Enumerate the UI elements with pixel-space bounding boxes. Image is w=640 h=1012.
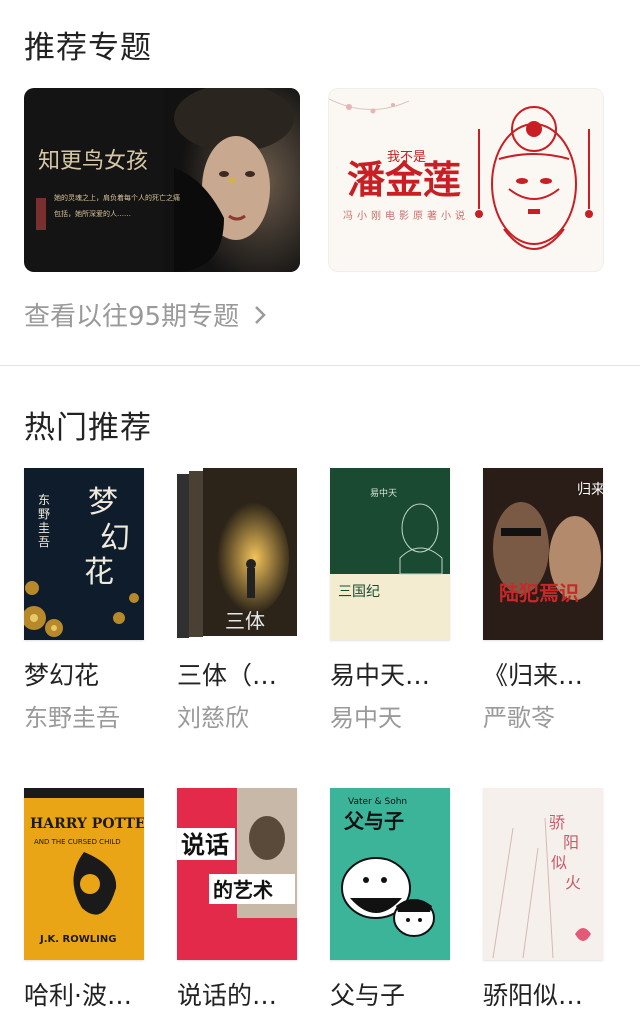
svg-text:易中天: 易中天 xyxy=(370,487,397,499)
book-title: 说话的… xyxy=(177,981,278,1010)
book-title: 《归来… xyxy=(483,661,584,690)
book-card[interactable]: 易中天 三国纪 易中天… 易中天 xyxy=(330,468,450,733)
book-card[interactable]: Vater & Sohn 父与子 父与子 xyxy=(330,788,450,1012)
svg-text:圭: 圭 xyxy=(38,521,50,535)
banner2-tag: 我不是 xyxy=(387,150,426,165)
svg-text:阳: 阳 xyxy=(563,833,579,852)
view-past-topics-label: 查看以往95期专题 xyxy=(24,302,240,332)
book-title: 骄阳似… xyxy=(483,981,584,1010)
book-cover[interactable]: 说话 的艺术 xyxy=(177,788,297,960)
svg-text:野: 野 xyxy=(38,507,50,521)
svg-text:归来: 归来 xyxy=(577,481,603,498)
book3-cover-title: 三国纪 xyxy=(338,584,380,600)
svg-text:花: 花 xyxy=(84,555,114,590)
book-author: 易中天 xyxy=(330,704,402,732)
book7-cover-title: 父与子 xyxy=(343,809,404,833)
hot-section-title: 热门推荐 xyxy=(24,410,152,446)
book1-cover-title: 梦 xyxy=(88,485,118,520)
book-author: 东野圭吾 xyxy=(24,704,120,732)
book-cover[interactable]: HARRY POTTER AND THE CURSED CHILD J.K. R… xyxy=(24,788,144,960)
book-author: 刘慈欣 xyxy=(177,704,249,732)
svg-text:吾: 吾 xyxy=(38,535,50,549)
featured-section-title: 推荐专题 xyxy=(24,30,152,66)
book6-cover-title: 说话 xyxy=(181,831,229,859)
svg-text:Vater & Sohn: Vater & Sohn xyxy=(348,797,407,807)
book-title: 哈利·波… xyxy=(24,981,132,1010)
book-author: 严歌苓 xyxy=(483,704,555,732)
chevron-right-icon xyxy=(253,303,267,333)
book-cover[interactable]: 骄 阳 似 火 xyxy=(483,788,603,960)
book-cover[interactable]: 梦 幻 花 东 野 圭 吾 xyxy=(24,468,144,640)
book-title: 三体（… xyxy=(177,661,278,690)
featured-banner-robin-girl[interactable]: 知更鸟女孩 她的灵魂之上，肩负着每个人的死亡之痛 包括，她所深爱的人…… xyxy=(24,88,300,272)
svg-text:火: 火 xyxy=(565,873,581,892)
svg-text:的艺术: 的艺术 xyxy=(213,878,273,902)
section-divider xyxy=(0,365,640,366)
book5-cover-title: HARRY POTTER xyxy=(30,816,144,832)
svg-text:J.K. ROWLING: J.K. ROWLING xyxy=(39,934,116,945)
book-title: 梦幻花 xyxy=(24,661,100,690)
book-cover[interactable]: 归来 陆犯焉识 xyxy=(483,468,603,640)
banner2-line1: 冯小刚电影原著小说 xyxy=(343,209,469,222)
book-card[interactable]: 三体 三体（… 刘慈欣 xyxy=(177,468,297,733)
book-title: 易中天… xyxy=(330,661,431,690)
featured-banner-pan-jinlian[interactable]: 潘金莲 我不是 冯小刚电影原著小说 xyxy=(328,88,604,272)
svg-text:幻: 幻 xyxy=(100,521,130,556)
banner1-line1: 她的灵魂之上，肩负着每个人的死亡之痛 xyxy=(54,193,180,202)
book8-cover-title: 骄 xyxy=(549,813,565,832)
view-past-topics-link[interactable]: 查看以往95期专题 xyxy=(24,296,267,333)
book-title: 父与子 xyxy=(330,981,406,1010)
book-card[interactable]: HARRY POTTER AND THE CURSED CHILD J.K. R… xyxy=(24,788,144,1012)
book-card[interactable]: 骄 阳 似 火 骄阳似… xyxy=(483,788,603,1012)
book-card[interactable]: 说话 的艺术 说话的… xyxy=(177,788,297,1012)
book2-cover-title: 三体 xyxy=(225,609,265,633)
svg-text:似: 似 xyxy=(551,853,567,872)
banner1-heading: 知更鸟女孩 xyxy=(38,149,148,174)
book-card[interactable]: 梦 幻 花 东 野 圭 吾 梦幻花 东野圭吾 xyxy=(24,468,144,733)
banner1-line2: 包括，她所深爱的人…… xyxy=(54,209,131,218)
svg-text:AND THE CURSED CHILD: AND THE CURSED CHILD xyxy=(34,838,121,846)
book-card[interactable]: 归来 陆犯焉识 《归来… 严歌苓 xyxy=(483,468,603,733)
book-cover[interactable]: Vater & Sohn 父与子 xyxy=(330,788,450,960)
book-cover[interactable]: 易中天 三国纪 xyxy=(330,468,450,640)
book4-cover-title: 陆犯焉识 xyxy=(499,581,579,605)
book-cover[interactable]: 三体 xyxy=(177,468,297,640)
svg-text:东: 东 xyxy=(38,493,50,507)
